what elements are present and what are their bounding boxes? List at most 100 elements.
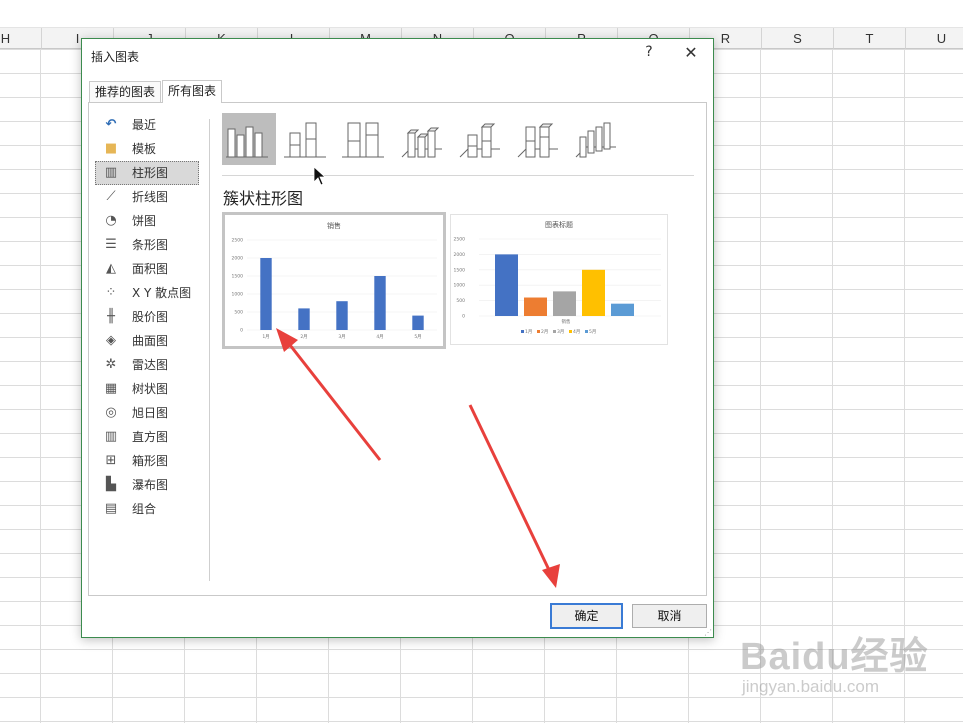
radar-chart-icon: ✲ bbox=[105, 357, 117, 372]
y-tick-label: 2500 bbox=[232, 238, 244, 244]
subtype-stacked-column[interactable] bbox=[280, 113, 334, 165]
bar bbox=[336, 301, 348, 330]
bar bbox=[524, 297, 547, 316]
category-box-whisker[interactable]: ⊞ 箱形图 bbox=[95, 449, 199, 473]
category-combo[interactable]: ▤ 组合 bbox=[95, 497, 199, 521]
subtype-100-stacked-column[interactable] bbox=[338, 113, 392, 165]
baidu-watermark: Baidu经验 jingyan.baidu.com bbox=[730, 615, 962, 720]
3d-percent-stacked-column-icon bbox=[517, 123, 558, 158]
category-label: 折线图 bbox=[132, 190, 169, 204]
recent-icon: ↶ bbox=[105, 117, 117, 132]
category-pie[interactable]: ◔ 饼图 bbox=[95, 209, 199, 233]
category-label: 股价图 bbox=[132, 310, 169, 324]
legend-label: 5月 bbox=[589, 329, 596, 335]
box-whisker-chart-icon: ⊞ bbox=[105, 453, 117, 468]
histogram-chart-icon: ▥ bbox=[104, 429, 118, 444]
resize-grip-icon[interactable]: ⋰ bbox=[704, 628, 713, 637]
legend-swatch bbox=[553, 330, 556, 333]
sunburst-chart-icon: ◎ bbox=[105, 405, 117, 420]
column-header[interactable]: U bbox=[906, 28, 963, 49]
help-button[interactable]: ? bbox=[640, 44, 658, 64]
stock-chart-icon: ╫ bbox=[107, 309, 115, 324]
bar-chart-icon: ☰ bbox=[105, 237, 117, 252]
category-column[interactable]: ▥ 柱形图 bbox=[95, 161, 199, 185]
category-label: 箱形图 bbox=[132, 454, 169, 468]
line-chart-icon: ⟋ bbox=[106, 189, 116, 204]
bar bbox=[495, 254, 518, 316]
column-header[interactable]: T bbox=[834, 28, 906, 49]
subtype-3d-clustered-column[interactable] bbox=[396, 113, 450, 165]
bar bbox=[298, 308, 310, 330]
category-radar[interactable]: ✲ 雷达图 bbox=[95, 353, 199, 377]
x-axis-label: 销售 bbox=[562, 318, 571, 325]
category-recent[interactable]: ↶ 最近 bbox=[95, 113, 199, 137]
category-label: 组合 bbox=[132, 502, 157, 516]
category-sunburst[interactable]: ◎ 旭日图 bbox=[95, 401, 199, 425]
y-tick-label: 500 bbox=[234, 310, 243, 316]
bar bbox=[412, 315, 424, 330]
stacked-column-icon bbox=[284, 122, 326, 158]
category-label: X Y 散点图 bbox=[132, 286, 192, 300]
category-templates[interactable]: ■ 模板 bbox=[95, 137, 199, 161]
combo-chart-icon: ▤ bbox=[104, 501, 118, 516]
y-tick-label: 2000 bbox=[232, 256, 244, 262]
percent-stacked-column-icon bbox=[342, 122, 384, 158]
cancel-button[interactable]: 取消 bbox=[632, 604, 707, 628]
divider bbox=[209, 119, 210, 581]
column-header[interactable]: S bbox=[762, 28, 834, 49]
category-surface[interactable]: ◈ 曲面图 bbox=[95, 329, 199, 353]
legend-swatch bbox=[569, 330, 572, 333]
y-tick-label: 1000 bbox=[454, 283, 466, 289]
subtype-3d-column[interactable] bbox=[570, 113, 624, 165]
watermark-url: jingyan.baidu.com bbox=[742, 677, 880, 696]
category-waterfall[interactable]: ▙ 瀑布图 bbox=[95, 473, 199, 497]
category-scatter[interactable]: ⁘ X Y 散点图 bbox=[95, 281, 199, 305]
category-label: 柱形图 bbox=[132, 166, 169, 180]
subtype-clustered-column[interactable] bbox=[222, 113, 276, 165]
dialog-title: 插入图表 bbox=[91, 50, 140, 64]
chart-plot: 2500 2000 1500 1000 500 0 1月 2月 3月 4月 5月 bbox=[232, 238, 437, 340]
ok-button[interactable]: 确定 bbox=[550, 603, 623, 629]
baidu-logo: Baidu经验 bbox=[740, 636, 929, 678]
chart-preview-by-series[interactable]: 图表标题 2500 2000 1500 1000 500 0 销售 1月 2月 3月 4月 5月 bbox=[450, 214, 668, 345]
waterfall-chart-icon: ▙ bbox=[106, 477, 116, 492]
x-tick-label: 1月 bbox=[262, 334, 269, 340]
legend-label: 2月 bbox=[541, 329, 548, 335]
chart-plot: 2500 2000 1500 1000 500 0 销售 1月 2月 3月 4月 5月 bbox=[454, 237, 661, 335]
category-label: 饼图 bbox=[132, 214, 157, 228]
category-line[interactable]: ⟋ 折线图 bbox=[95, 185, 199, 209]
category-bar[interactable]: ☰ 条形图 bbox=[95, 233, 199, 257]
bar bbox=[553, 291, 576, 316]
subtype-3d-100-stacked-column[interactable] bbox=[512, 113, 566, 165]
category-label: 雷达图 bbox=[132, 358, 169, 372]
bar bbox=[260, 258, 272, 330]
category-label: 曲面图 bbox=[132, 334, 169, 348]
insert-chart-dialog: 插入图表 ? ✕ 推荐的图表 所有图表 ↶ 最近 ■ 模板 ▥ 柱形图 ⟋ 折线图 ◔ 饼… bbox=[81, 38, 714, 638]
y-tick-label: 2000 bbox=[454, 252, 466, 258]
surface-chart-icon: ◈ bbox=[106, 333, 116, 348]
clustered-column-icon bbox=[226, 126, 268, 158]
treemap-chart-icon: ▦ bbox=[104, 381, 118, 396]
area-chart-icon: ◭ bbox=[106, 261, 116, 276]
category-treemap[interactable]: ▦ 树状图 bbox=[95, 377, 199, 401]
legend-swatch bbox=[521, 330, 524, 333]
column-header[interactable]: H bbox=[0, 28, 42, 49]
x-tick-label: 5月 bbox=[414, 334, 421, 340]
close-button[interactable]: ✕ bbox=[682, 43, 700, 63]
divider bbox=[222, 175, 694, 176]
tab-all-charts[interactable]: 所有图表 bbox=[162, 80, 223, 103]
category-label: 旭日图 bbox=[132, 406, 169, 420]
x-tick-label: 4月 bbox=[376, 334, 383, 340]
chart-preview-by-category[interactable]: 销售 2500 2000 1500 1000 500 0 1月 2月 3月 4月 5月 bbox=[222, 212, 446, 349]
scatter-chart-icon: ⁘ bbox=[105, 285, 117, 300]
legend-label: 1月 bbox=[525, 329, 532, 335]
category-stock[interactable]: ╫ 股价图 bbox=[95, 305, 199, 329]
chart-variant-title: 簇状柱形图 bbox=[223, 189, 304, 208]
category-area[interactable]: ◭ 面积图 bbox=[95, 257, 199, 281]
bar bbox=[582, 269, 605, 316]
subtype-3d-stacked-column[interactable] bbox=[454, 113, 508, 165]
tab-recommended-charts[interactable]: 推荐的图表 bbox=[89, 81, 162, 103]
category-histogram[interactable]: ▥ 直方图 bbox=[95, 425, 199, 449]
category-label: 面积图 bbox=[132, 262, 169, 276]
column-chart-icon: ▥ bbox=[104, 165, 118, 180]
